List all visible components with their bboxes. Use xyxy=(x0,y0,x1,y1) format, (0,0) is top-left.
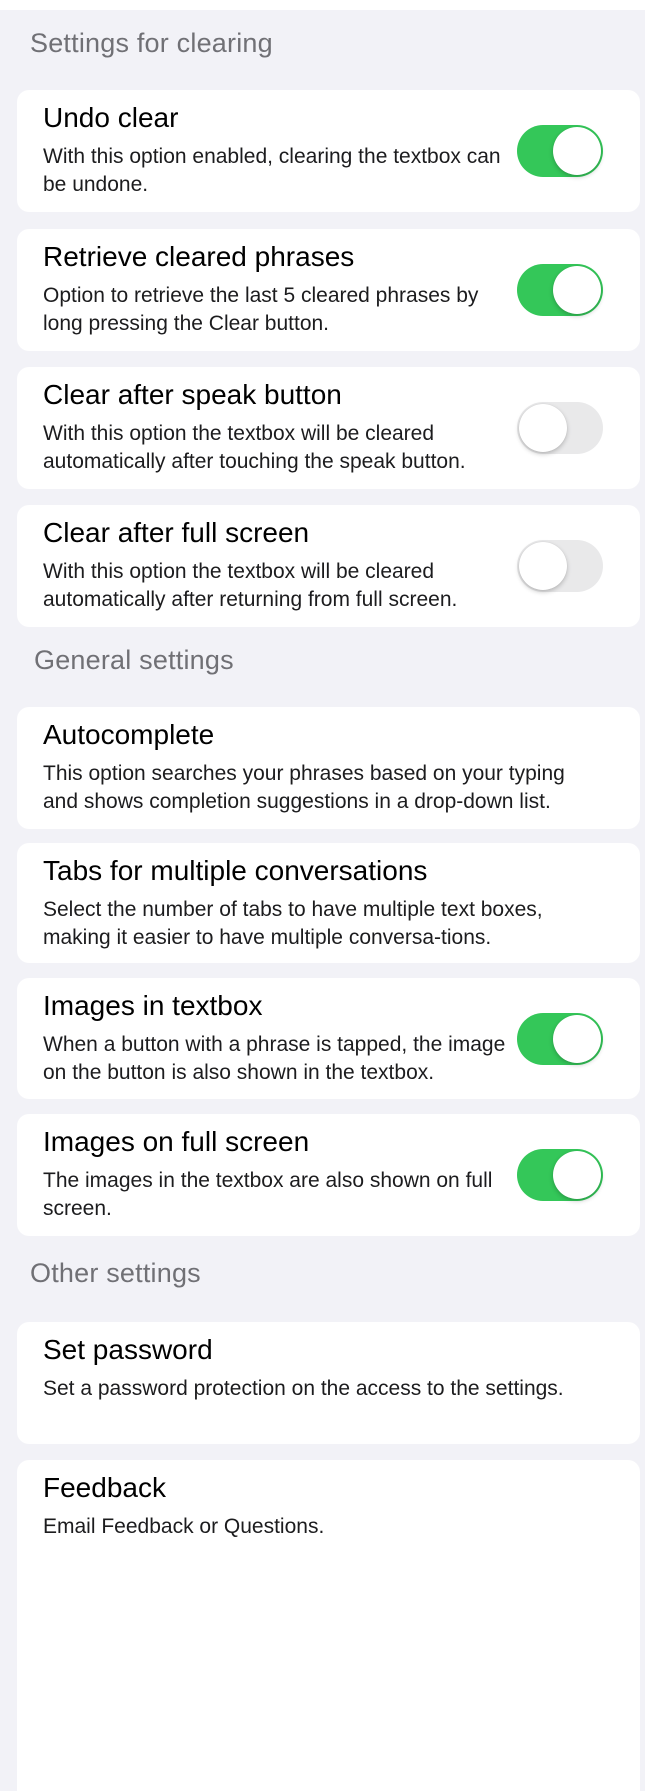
setting-description: Select the number of tabs to have multip… xyxy=(43,898,543,949)
clear-after-fullscreen-toggle[interactable] xyxy=(517,540,603,592)
setting-row-autocomplete[interactable]: Autocomplete This option searches your p… xyxy=(17,707,640,829)
setting-row-feedback[interactable]: Feedback Email Feedback or Questions. xyxy=(17,1460,640,1791)
setting-description: Option to retrieve the last 5 cleared ph… xyxy=(43,284,479,335)
setting-description: The images in the textbox are also shown… xyxy=(43,1169,493,1220)
images-full-screen-toggle[interactable] xyxy=(517,1149,603,1201)
section-header-general: General settings xyxy=(34,645,234,675)
setting-row-set-password[interactable]: Set password Set a password protection o… xyxy=(17,1322,640,1444)
setting-row-undo-clear[interactable]: Undo clear With this option enabled, cle… xyxy=(17,90,640,212)
setting-title: Retrieve cleared phrases xyxy=(43,241,355,272)
clear-after-speak-toggle[interactable] xyxy=(517,402,603,454)
setting-row-tabs[interactable]: Tabs for multiple conversations Select t… xyxy=(17,843,640,963)
setting-row-clear-after-fullscreen[interactable]: Clear after full screen With this option… xyxy=(17,505,640,627)
settings-screen: Settings for clearing Undo clear With th… xyxy=(0,10,645,1791)
toggle-knob xyxy=(519,542,567,590)
setting-title: Clear after speak button xyxy=(43,379,342,410)
setting-row-retrieve-cleared[interactable]: Retrieve cleared phrases Option to retri… xyxy=(17,229,640,351)
toggle-knob xyxy=(553,127,601,175)
setting-description: This option searches your phrases based … xyxy=(43,762,565,813)
setting-description: With this option enabled, clearing the t… xyxy=(43,145,501,196)
section-header-other: Other settings xyxy=(30,1258,201,1288)
setting-title: Tabs for multiple conversations xyxy=(43,855,428,886)
setting-description: Email Feedback or Questions. xyxy=(43,1515,325,1538)
setting-title: Feedback xyxy=(43,1472,166,1503)
setting-description: When a button with a phrase is tapped, t… xyxy=(43,1033,506,1084)
toggle-knob xyxy=(519,404,567,452)
toggle-knob xyxy=(553,1151,601,1199)
retrieve-cleared-toggle[interactable] xyxy=(517,264,603,316)
toggle-knob xyxy=(553,1015,601,1063)
setting-row-clear-after-speak[interactable]: Clear after speak button With this optio… xyxy=(17,367,640,489)
images-in-textbox-toggle[interactable] xyxy=(517,1013,603,1065)
setting-title: Undo clear xyxy=(43,102,179,133)
setting-title: Set password xyxy=(43,1334,213,1365)
section-header-clearing: Settings for clearing xyxy=(30,28,273,58)
setting-title: Clear after full screen xyxy=(43,517,310,548)
undo-clear-toggle[interactable] xyxy=(517,125,603,177)
setting-description: Set a password protection on the access … xyxy=(43,1377,564,1400)
setting-title: Autocomplete xyxy=(43,719,215,750)
toggle-knob xyxy=(553,266,601,314)
setting-row-images-in-textbox[interactable]: Images in textbox When a button with a p… xyxy=(17,978,640,1099)
setting-title: Images in textbox xyxy=(43,990,263,1021)
setting-row-images-full-screen[interactable]: Images on full screen The images in the … xyxy=(17,1114,640,1236)
setting-description: With this option the textbox will be cle… xyxy=(43,560,458,611)
setting-title: Images on full screen xyxy=(43,1126,310,1157)
setting-description: With this option the textbox will be cle… xyxy=(43,422,466,473)
